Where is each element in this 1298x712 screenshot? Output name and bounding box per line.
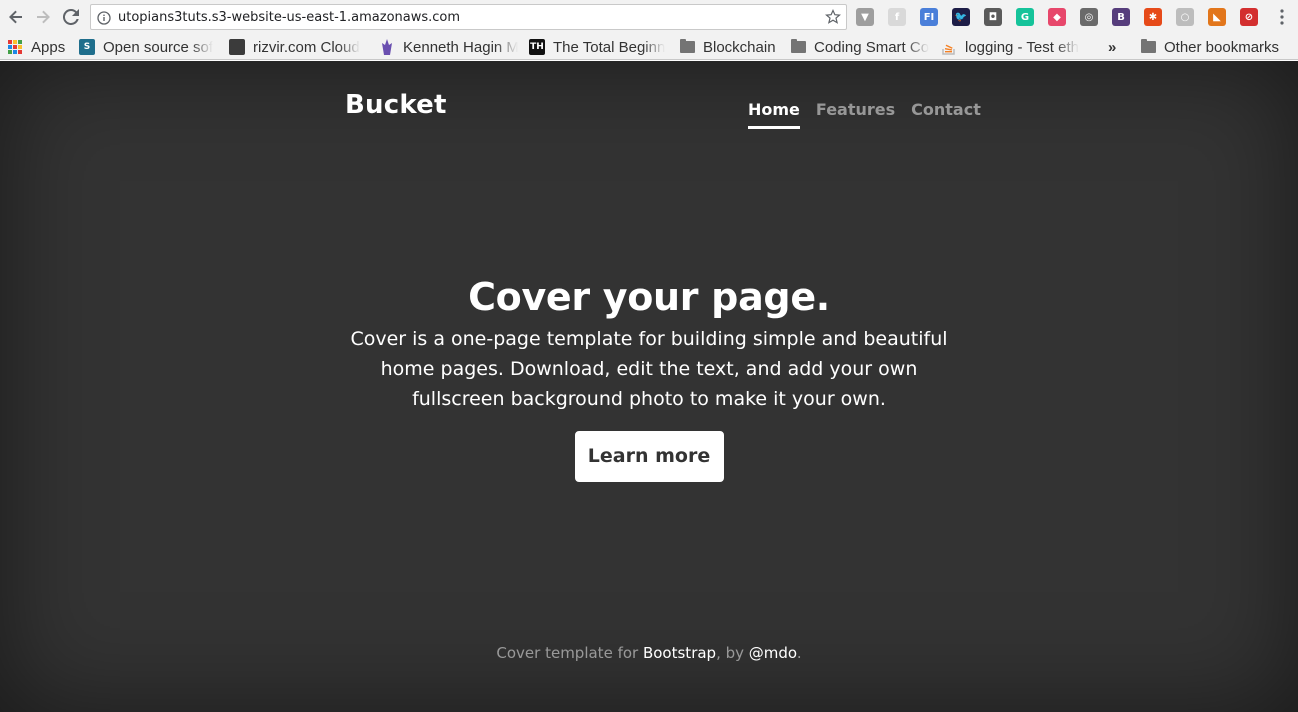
bookmark-logging[interactable]: logging - Test eth bbox=[941, 38, 1081, 56]
bookmark-open-source[interactable]: S Open source sof bbox=[79, 38, 215, 56]
bookmark-label: rizvir.com Cloud bbox=[253, 38, 360, 56]
bootstrap-link[interactable]: Bootstrap bbox=[643, 644, 716, 662]
bookmark-kenneth-hagin[interactable]: Kenneth Hagin M bbox=[379, 38, 518, 56]
bootstrap-icon[interactable]: B bbox=[1112, 8, 1130, 26]
bookmark-folder-coding[interactable]: Coding Smart Co bbox=[791, 38, 931, 56]
footer-prefix: Cover template for bbox=[496, 644, 643, 662]
bookmark-label: Apps bbox=[31, 38, 66, 56]
reload-icon bbox=[63, 9, 79, 25]
stackoverflow-icon bbox=[941, 39, 957, 55]
browser-toolbar: utopians3tuts.s3-website-us-east-1.amazo… bbox=[0, 0, 1298, 34]
bookmark-folder-other[interactable]: Other bookmarks bbox=[1141, 38, 1279, 56]
circle-extension-icon[interactable]: ○ bbox=[1176, 8, 1194, 26]
bookmarks-bar: Apps S Open source sof rizvir.com Cloud … bbox=[0, 34, 1298, 60]
bookmarks-overflow-button[interactable]: » bbox=[1108, 38, 1116, 56]
hero-title: Cover your page. bbox=[468, 275, 830, 319]
purple-flame-icon bbox=[379, 39, 395, 55]
bookmark-total-beginner[interactable]: TH The Total Beginn bbox=[529, 38, 668, 56]
stop-extension-icon[interactable]: ⊘ bbox=[1240, 8, 1258, 26]
vuejs-devtools-icon[interactable]: ▼ bbox=[856, 8, 874, 26]
bookmark-label: Kenneth Hagin M bbox=[403, 38, 518, 56]
nav-features[interactable]: Features bbox=[816, 100, 895, 129]
bookmark-label: Other bookmarks bbox=[1164, 38, 1280, 56]
nav-home[interactable]: Home bbox=[748, 100, 800, 129]
bookmark-apps[interactable]: Apps bbox=[8, 38, 65, 56]
coin-extension-icon[interactable]: ◎ bbox=[1080, 8, 1098, 26]
bookmark-star-icon[interactable] bbox=[825, 9, 841, 29]
fi-extension-icon[interactable]: FI bbox=[920, 8, 938, 26]
pinwheel-icon[interactable]: ✱ bbox=[1144, 8, 1162, 26]
folder-icon bbox=[680, 39, 695, 53]
rizvir-favicon-icon bbox=[229, 39, 245, 55]
bookmark-label: Open source sof bbox=[103, 38, 214, 56]
cover-page: Bucket Home Features Contact Cover your … bbox=[0, 61, 1298, 712]
menu-kebab-icon[interactable] bbox=[1270, 5, 1294, 29]
bookmark-label: Blockchain bbox=[703, 38, 776, 56]
site-footer: Cover template for Bootstrap, by @mdo. bbox=[0, 644, 1298, 662]
learn-more-button[interactable]: Learn more bbox=[574, 431, 724, 482]
footer-suffix: . bbox=[796, 644, 802, 662]
url-text[interactable]: utopians3tuts.s3-website-us-east-1.amazo… bbox=[118, 10, 460, 25]
tag-extension-icon[interactable]: ◆ bbox=[1048, 8, 1066, 26]
formula-icon[interactable]: f bbox=[888, 8, 906, 26]
folder-icon bbox=[1141, 39, 1156, 53]
hero-section: Cover your page. Cover is a one-page tem… bbox=[334, 274, 964, 482]
hero-lead: Cover is a one-page template for buildin… bbox=[350, 328, 948, 410]
nav-contact[interactable]: Contact bbox=[911, 100, 981, 129]
arrow-right-icon bbox=[37, 10, 50, 24]
footer-middle: , by bbox=[716, 644, 749, 662]
forward-button[interactable] bbox=[31, 5, 55, 29]
bookmark-label: The Total Beginn bbox=[553, 38, 666, 56]
info-icon[interactable] bbox=[97, 10, 111, 29]
bookmark-rizvir[interactable]: rizvir.com Cloud bbox=[229, 38, 369, 56]
address-bar[interactable]: utopians3tuts.s3-website-us-east-1.amazo… bbox=[90, 4, 847, 30]
chevron-double-right-icon: » bbox=[1108, 38, 1117, 56]
mdo-link[interactable]: @mdo bbox=[749, 644, 797, 662]
twitter-bird-icon[interactable]: 🐦 bbox=[952, 8, 970, 26]
lock-extension-icon[interactable]: ◘ bbox=[984, 8, 1002, 26]
arrow-left-icon bbox=[9, 10, 22, 24]
reload-button[interactable] bbox=[59, 5, 83, 29]
th-logo-icon: TH bbox=[529, 39, 545, 55]
folder-icon bbox=[791, 39, 806, 53]
bookmark-folder-blockchain[interactable]: Blockchain bbox=[680, 38, 776, 56]
grammarly-icon[interactable]: G bbox=[1016, 8, 1034, 26]
site-nav: Home Features Contact bbox=[748, 100, 981, 129]
apps-grid-icon bbox=[8, 40, 22, 54]
bookmark-label: logging - Test eth bbox=[965, 38, 1079, 56]
site-brand[interactable]: Bucket bbox=[345, 90, 447, 120]
metamask-icon[interactable]: ◣ bbox=[1208, 8, 1226, 26]
back-button[interactable] bbox=[4, 5, 28, 29]
bookmark-label: Coding Smart Co bbox=[814, 38, 930, 56]
sourceforge-icon: S bbox=[79, 39, 95, 55]
